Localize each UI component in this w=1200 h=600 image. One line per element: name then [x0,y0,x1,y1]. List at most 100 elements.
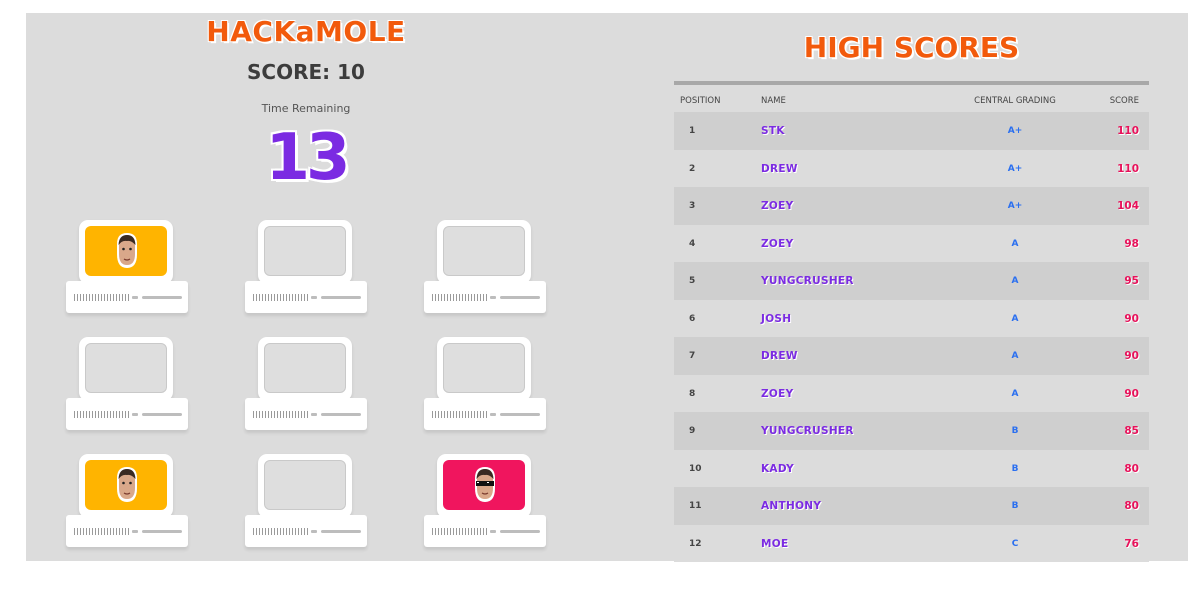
row-score: 95 [1124,275,1139,287]
row-name: STK [761,125,785,137]
header-central-grading: CENTRAL GRADING [974,96,1056,106]
table-row: 5 YUNGCRUSHER A 95 [674,262,1149,300]
computer-base [424,281,546,313]
vent-lines [74,411,130,418]
computer-hole[interactable] [424,337,546,433]
computer-screen [443,460,525,510]
table-row: 4 ZOEY A 98 [674,224,1149,262]
computer-hole[interactable] [424,454,546,550]
row-name: YUNGCRUSHER [761,425,854,437]
game-stage: HACKaMOLE SCORE: 10 Time Remaining 13 HI… [26,13,1188,562]
computer-screen [85,460,167,510]
computer-base [245,281,367,313]
row-grade: B [1011,501,1019,511]
row-score: 80 [1124,500,1139,512]
computer-hole[interactable] [66,220,188,316]
row-name: DREW [761,350,798,362]
row-grade: A [1011,351,1019,361]
row-score: 90 [1124,350,1139,362]
computer-screen [443,343,525,393]
vent-lines [253,411,309,418]
mole-face-icon [117,467,137,502]
computer-monitor [258,337,352,401]
computer-screen [85,343,167,393]
row-score: 98 [1124,237,1139,250]
vent-lines [432,528,488,535]
computer-hole[interactable] [245,220,367,316]
game-title: HACKaMOLE [206,15,406,48]
computer-hole[interactable] [245,454,367,550]
row-name: KADY [761,462,795,475]
row-name: YUNGCRUSHER [761,275,854,287]
high-scores-panel: HIGH SCORES POSITION NAME CENTRAL GRADIN… [674,13,1149,562]
row-score: 110 [1117,162,1139,175]
table-row: 9 YUNGCRUSHER B 85 [674,412,1149,450]
computer-screen [443,226,525,276]
vent-lines [74,294,130,301]
table-row: 12 MOE C 76 [674,524,1149,562]
row-position: 1 [689,126,696,136]
computer-hole[interactable] [66,337,188,433]
disk-drive-slot [132,413,182,416]
computer-hole[interactable] [245,337,367,433]
table-row: 11 ANTHONY B 80 [674,487,1149,525]
row-name: DREW [761,162,798,175]
vent-lines [253,294,309,301]
computer-base [424,515,546,547]
table-row: 3 ZOEY A+ 104 [674,187,1149,225]
computer-base [245,398,367,430]
disk-drive-slot [311,530,361,533]
row-score: 104 [1117,200,1139,212]
row-position: 3 [689,201,696,211]
row-position: 11 [689,501,702,511]
header-name: NAME [761,96,786,106]
mole-face-icon [117,233,137,268]
computer-base [66,515,188,547]
disk-drive-slot [490,530,540,533]
disk-drive-slot [311,413,361,416]
computer-hole[interactable] [424,220,546,316]
computer-monitor [79,337,173,401]
disk-drive-slot [132,296,182,299]
table-row: 2 DREW A+ 110 [674,149,1149,187]
computer-base [245,515,367,547]
row-grade: A [1011,313,1019,324]
row-name: ZOEY [761,200,794,212]
row-grade: A [1011,238,1019,249]
disk-drive-slot [490,296,540,299]
computer-screen [264,343,346,393]
row-score: 90 [1124,312,1139,325]
mole-face-sunglasses-icon [475,467,495,502]
disk-drive-slot [311,296,361,299]
computer-monitor [258,220,352,284]
row-grade: A+ [1007,201,1023,211]
score-table-body: 1 STK A+ 110 2 DREW A+ 110 3 ZOEY A+ 104 4 ZOEY A 98 5 YU… [674,112,1149,562]
table-row: 7 DREW A 90 [674,337,1149,375]
row-name: JOSH [761,312,792,325]
row-position: 6 [689,313,696,324]
table-row: 1 STK A+ 110 [674,112,1149,150]
row-grade: C [1011,538,1019,549]
computer-base [66,281,188,313]
computer-monitor [437,454,531,518]
computer-screen [264,460,346,510]
row-name: ZOEY [761,387,794,400]
row-position: 4 [689,238,696,249]
header-position: POSITION [680,96,721,106]
computer-base [424,398,546,430]
row-score: 80 [1124,462,1139,475]
table-row: 10 KADY B 80 [674,449,1149,487]
vent-lines [253,528,309,535]
row-name: ANTHONY [761,500,822,512]
computer-monitor [79,454,173,518]
row-grade: A [1011,276,1019,286]
row-position: 5 [689,276,696,286]
row-grade: A [1011,388,1019,399]
computer-monitor [437,337,531,401]
computer-base [66,398,188,430]
computer-hole[interactable] [66,454,188,550]
row-position: 2 [689,163,696,174]
row-score: 90 [1124,387,1139,400]
game-panel: HACKaMOLE SCORE: 10 Time Remaining 13 [26,13,586,561]
row-grade: A+ [1007,163,1023,174]
